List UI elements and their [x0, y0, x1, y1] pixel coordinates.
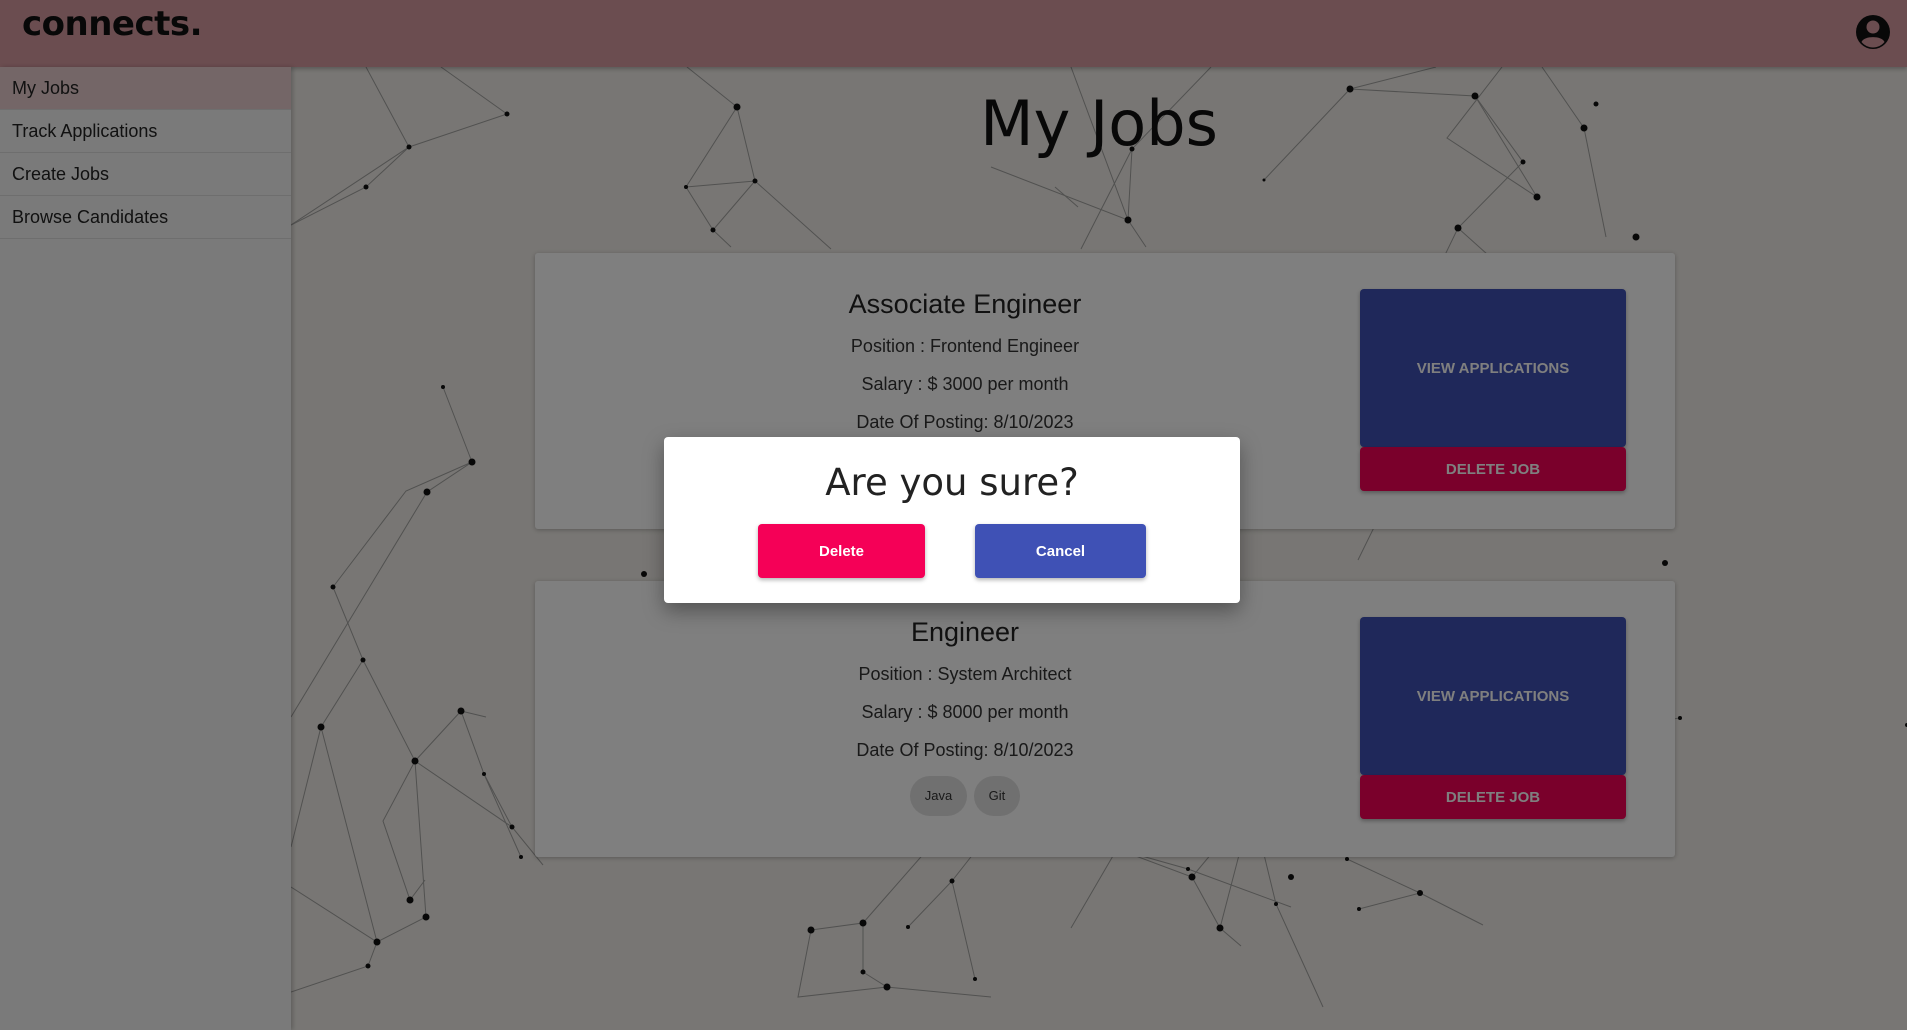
- cancel-button[interactable]: Cancel: [975, 524, 1146, 578]
- confirm-dialog: Are you sure? Delete Cancel: [664, 437, 1240, 603]
- dialog-title: Are you sure?: [825, 461, 1079, 504]
- confirm-delete-button[interactable]: Delete: [758, 524, 925, 578]
